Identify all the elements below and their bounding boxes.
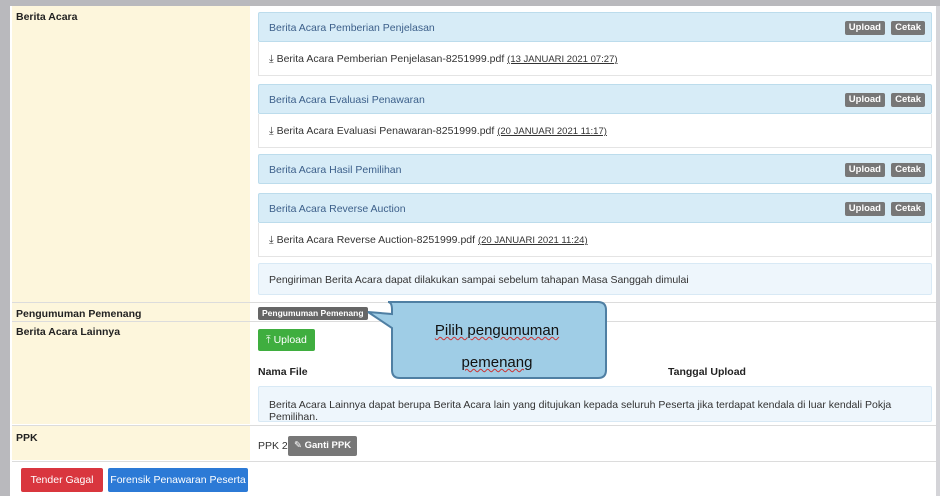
callout-line-1: Pilih pengumuman	[434, 322, 560, 339]
ba-header-pemberian-penjelasan: Berita Acara Pemberian Penjelasan Upload…	[258, 12, 932, 42]
file-name[interactable]: Berita Acara Pemberian Penjelasan-825199…	[277, 53, 505, 65]
download-icon: ⤓	[269, 53, 274, 65]
ba-header-evaluasi-penawaran: Berita Acara Evaluasi Penawaran Upload C…	[258, 84, 932, 114]
upload-button[interactable]: Upload	[844, 202, 885, 216]
ganti-ppk-button[interactable]: ✎ Ganti PPK	[288, 436, 358, 456]
label-cell-berita-acara	[12, 6, 250, 302]
upload-icon: ⤒	[266, 334, 271, 346]
download-icon: ⤓	[269, 234, 274, 246]
file-date: (20 JANUARI 2021 11:17)	[497, 126, 607, 137]
ba-title: Berita Acara Evaluasi Penawaran	[269, 94, 425, 106]
info-note-text: Pengiriman Berita Acara dapat dilakukan …	[269, 274, 689, 286]
upload-button[interactable]: Upload	[844, 93, 885, 107]
upload-button[interactable]: Upload	[844, 163, 885, 177]
cetak-button[interactable]: Cetak	[891, 21, 925, 35]
info-note-lainnya: Berita Acara Lainnya dapat berupa Berita…	[258, 386, 932, 423]
label-pengumuman-pemenang: Pengumuman Pemenang	[16, 308, 142, 320]
info-note-berita-acara: Pengiriman Berita Acara dapat dilakukan …	[258, 263, 932, 295]
ba-title: Berita Acara Reverse Auction	[269, 203, 406, 215]
file-link[interactable]: ⤓ Berita Acara Pemberian Penjelasan-8251…	[269, 53, 618, 66]
upload-label: Upload	[273, 334, 307, 346]
label-berita-acara: Berita Acara	[16, 11, 78, 23]
ba-header-reverse-auction: Berita Acara Reverse Auction Upload Ceta…	[258, 193, 932, 223]
ba-file-row: ⤓ Berita Acara Pemberian Penjelasan-8251…	[258, 42, 932, 76]
file-date: (20 JANUARI 2021 11:24)	[477, 235, 588, 246]
column-nama-file: Nama File	[258, 366, 308, 378]
callout-text: Pilih pengumuman pemenang	[392, 315, 602, 379]
window-right-border	[936, 6, 940, 496]
file-link[interactable]: ⤓ Berita Acara Reverse Auction-8251999.p…	[269, 234, 588, 247]
cetak-button[interactable]: Cetak	[891, 93, 925, 107]
label-berita-acara-lainnya: Berita Acara Lainnya	[16, 326, 121, 338]
ppk-value: PPK 2	[258, 440, 288, 452]
download-icon: ⤓	[269, 125, 274, 137]
cetak-button[interactable]: Cetak	[891, 202, 925, 216]
ba-title: Berita Acara Pemberian Penjelasan	[269, 22, 435, 34]
column-tanggal-upload: Tanggal Upload	[668, 366, 746, 378]
cetak-button[interactable]: Cetak	[891, 163, 925, 177]
window-left-border	[0, 6, 10, 496]
tender-gagal-button[interactable]: Tender Gagal	[21, 468, 103, 492]
upload-button[interactable]: Upload	[844, 21, 885, 35]
file-name[interactable]: Berita Acara Reverse Auction-8251999.pdf	[277, 234, 475, 246]
info-note-text: Berita Acara Lainnya dapat berupa Berita…	[269, 399, 892, 423]
file-link[interactable]: ⤓ Berita Acara Evaluasi Penawaran-825199…	[269, 125, 607, 138]
row-divider	[12, 461, 936, 462]
file-date: (13 JANUARI 2021 07:27)	[507, 54, 618, 65]
upload-lainnya-button[interactable]: ⤒ Upload	[258, 329, 315, 351]
label-cell-ppk	[12, 426, 250, 460]
ba-file-row: ⤓ Berita Acara Reverse Auction-8251999.p…	[258, 223, 932, 257]
forensik-penawaran-button[interactable]: Forensik Penawaran Peserta	[108, 468, 248, 492]
file-name[interactable]: Berita Acara Evaluasi Penawaran-8251999.…	[277, 125, 495, 137]
ba-file-row: ⤓ Berita Acara Evaluasi Penawaran-825199…	[258, 114, 932, 148]
ba-header-hasil-pemilihan: Berita Acara Hasil Pemilihan Upload Ceta…	[258, 154, 932, 184]
label-ppk: PPK	[16, 432, 38, 444]
ba-title: Berita Acara Hasil Pemilihan	[269, 164, 402, 176]
callout-line-2: pemenang	[461, 354, 533, 371]
ganti-ppk-label: Ganti PPK	[304, 440, 352, 451]
edit-icon: ✎	[294, 440, 302, 451]
